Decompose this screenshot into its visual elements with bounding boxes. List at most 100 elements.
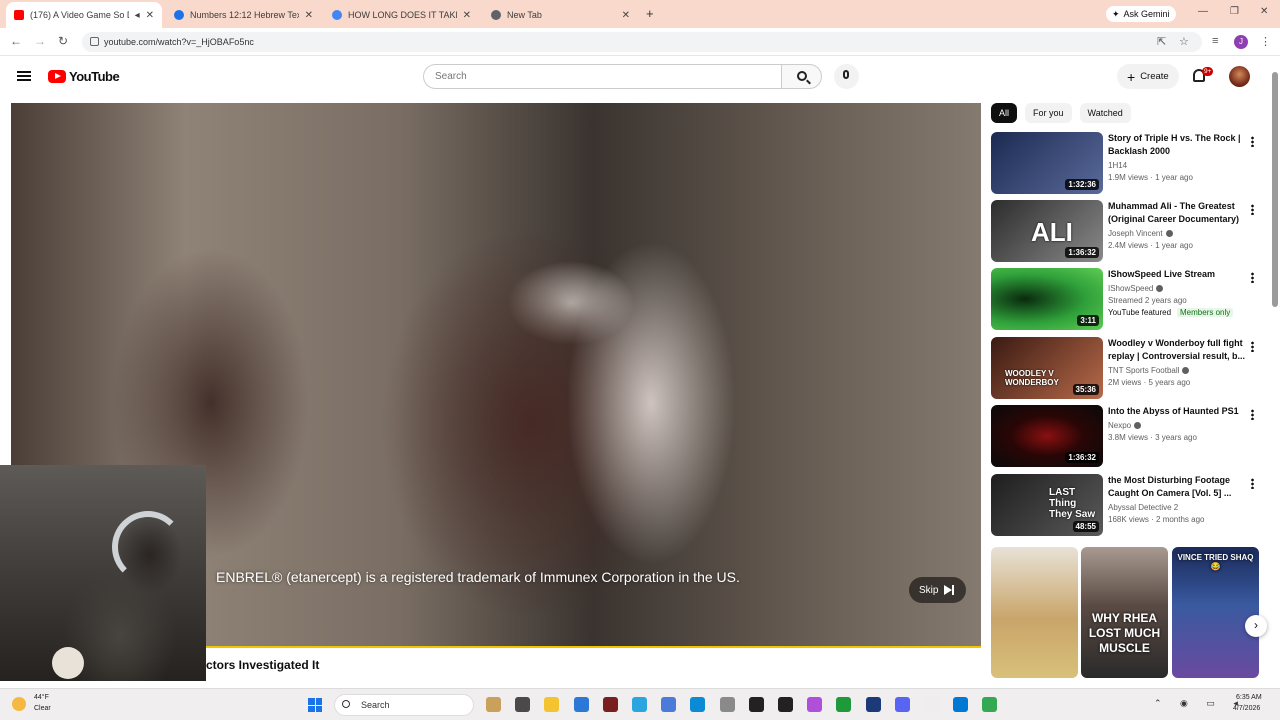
close-tab-icon[interactable]: ✕ (463, 10, 471, 21)
close-tab-icon[interactable]: ✕ (305, 10, 313, 21)
skip-ad-button[interactable]: Skip (909, 577, 966, 603)
bookmark-star-icon[interactable]: ☆ (1179, 35, 1189, 48)
forward-icon[interactable]: → (34, 34, 46, 48)
minimize-icon[interactable]: — (1198, 6, 1208, 17)
voice-search-button[interactable] (834, 64, 859, 89)
ask-gemini-button[interactable]: ✦ Ask Gemini (1106, 6, 1176, 22)
reading-list-icon[interactable]: ≡ (1212, 35, 1218, 47)
chrome-menu-icon[interactable]: ⋮ (1260, 35, 1271, 48)
video-thumbnail[interactable]: ALI 1:36:32 (991, 200, 1103, 262)
recommendation-title[interactable]: the Most Disturbing Footage Caught On Ca… (1108, 474, 1246, 500)
tab-new-tab[interactable]: New Tab ✕ (483, 4, 638, 26)
new-tab-button[interactable]: + (646, 6, 654, 21)
taskbar-app-icon[interactable] (807, 697, 823, 712)
more-options-icon[interactable] (1251, 136, 1254, 147)
chip-all[interactable]: All (991, 103, 1018, 123)
taskbar-app-icon[interactable] (982, 697, 998, 712)
more-options-icon[interactable] (1251, 478, 1254, 489)
back-icon[interactable]: ← (10, 34, 22, 48)
profile-avatar[interactable]: J (1234, 35, 1248, 49)
channel-name[interactable]: Abyssal Detective 2 (1108, 503, 1246, 512)
channel-name[interactable]: TNT Sports Football (1108, 366, 1246, 375)
account-avatar[interactable] (1229, 66, 1250, 87)
channel-name[interactable]: 1H14 (1108, 161, 1246, 170)
taskbar-app-icon[interactable] (924, 697, 939, 712)
recommendation-item[interactable]: 1:36:32 Into the Abyss of Haunted PS1 Ne… (991, 405, 1261, 467)
close-window-icon[interactable]: ✕ (1260, 6, 1268, 17)
speaker-icon[interactable]: ◂ (135, 10, 140, 21)
video-thumbnail[interactable]: LAST Thing They Saw 48:55 (991, 474, 1103, 536)
recommendation-title[interactable]: Story of Triple H vs. The Rock | Backlas… (1108, 132, 1246, 158)
taskbar-app-icon[interactable] (486, 697, 501, 712)
clock-time[interactable]: 6:35 AM (1236, 694, 1262, 701)
taskbar-app-icon[interactable] (719, 697, 735, 712)
taskbar-app-icon[interactable] (690, 697, 706, 712)
taskbar-app-icon[interactable] (836, 697, 852, 712)
recommendation-item[interactable]: WOODLEY V WONDERBOY 35:36 Woodley v Wond… (991, 337, 1261, 399)
taskbar-app-icon[interactable] (778, 697, 793, 712)
shorts-item[interactable]: WHY RHEA LOST MUCH MUSCLE (1081, 547, 1168, 678)
shorts-item[interactable]: VINCE TRIED SHAQ 😂 (1172, 547, 1259, 678)
recommendation-item[interactable]: LAST Thing They Saw 48:55 the Most Distu… (991, 474, 1261, 536)
maximize-icon[interactable]: ❐ (1230, 6, 1239, 17)
recommendation-item[interactable]: 1:32:36 Story of Triple H vs. The Rock |… (991, 132, 1261, 194)
recommendation-title[interactable]: IShowSpeed Live Stream (1108, 268, 1246, 281)
tab-numbers[interactable]: Numbers 12:12 Hebrew Text Ar ✕ (166, 4, 321, 26)
verified-check-icon (1182, 367, 1190, 375)
duration-badge: 35:36 (1072, 384, 1099, 395)
google-favicon-icon (332, 10, 342, 20)
youtube-logo[interactable]: YouTube (48, 69, 120, 84)
more-options-icon[interactable] (1251, 204, 1254, 215)
taskbar-app-icon[interactable] (515, 697, 531, 712)
create-button[interactable]: + Create (1117, 64, 1179, 89)
recommendation-title[interactable]: Into the Abyss of Haunted PS1 (1108, 405, 1246, 418)
close-tab-icon[interactable]: ✕ (622, 10, 630, 21)
channel-name[interactable]: Nexpo (1108, 421, 1246, 430)
video-thumbnail[interactable]: 1:36:32 (991, 405, 1103, 467)
more-options-icon[interactable] (1251, 272, 1254, 283)
taskbar-app-icon[interactable] (865, 697, 881, 712)
taskbar-app-icon[interactable] (632, 697, 647, 712)
taskbar-app-icon[interactable] (894, 697, 910, 712)
channel-name[interactable]: IShowSpeed (1108, 284, 1246, 293)
search-button[interactable] (781, 64, 822, 89)
taskbar-app-icon[interactable] (544, 697, 560, 712)
taskbar-search[interactable]: Search (334, 694, 474, 716)
chip-for-you[interactable]: For you (1025, 103, 1072, 123)
recommendation-item[interactable]: 3:11 IShowSpeed Live Stream IShowSpeed S… (991, 268, 1261, 330)
taskbar-app-icon[interactable] (661, 697, 677, 712)
channel-name-text: Nexpo (1108, 421, 1132, 430)
recommendation-title[interactable]: Woodley v Wonderboy full fight replay | … (1108, 337, 1246, 363)
video-thumbnail[interactable]: WOODLEY V WONDERBOY 35:36 (991, 337, 1103, 399)
recommendation-item[interactable]: ALI 1:36:32 Muhammad Ali - The Greatest … (991, 200, 1261, 262)
taskbar-app-icon[interactable] (953, 697, 969, 712)
channel-name[interactable]: Joseph Vincent (1108, 229, 1246, 238)
taskbar-app-icon[interactable] (602, 697, 618, 712)
install-app-icon[interactable]: ⇱ (1157, 35, 1166, 48)
more-options-icon[interactable] (1251, 341, 1254, 352)
tab-active[interactable]: (176) A Video Game So Dis ◂ ✕ (6, 2, 162, 28)
video-title: ctors Investigated It (206, 658, 320, 672)
site-info-icon[interactable] (90, 37, 99, 46)
close-tab-icon[interactable]: ✕ (146, 10, 154, 21)
scrollbar-thumb[interactable] (1272, 72, 1278, 307)
search-input[interactable]: Search (423, 64, 781, 89)
tab-how-long[interactable]: HOW LONG DOES IT TAKE FOR ✕ (324, 4, 479, 26)
recommendation-title[interactable]: Muhammad Ali - The Greatest (Original Ca… (1108, 200, 1246, 226)
url-field[interactable]: youtube.com/watch?v=_HjOBAFo5nc (82, 32, 1202, 52)
clock-date: 4/7/2026 (1233, 705, 1261, 712)
weather-moon-icon[interactable] (12, 697, 26, 711)
shorts-item[interactable] (991, 547, 1078, 678)
youtube-logo-text: YouTube (69, 69, 120, 84)
video-thumbnail[interactable]: 3:11 (991, 268, 1103, 330)
weather-temperature[interactable]: 44°F (34, 694, 49, 701)
taskbar-app-icon[interactable] (573, 697, 589, 712)
chip-watched[interactable]: Watched (1079, 103, 1131, 123)
shorts-next-arrow-icon[interactable]: › (1245, 615, 1267, 637)
menu-hamburger-icon[interactable] (17, 71, 31, 81)
taskbar-app-icon[interactable] (748, 697, 764, 712)
more-options-icon[interactable] (1251, 409, 1254, 420)
reload-icon[interactable]: ↻ (58, 34, 68, 48)
video-thumbnail[interactable]: 1:32:36 (991, 132, 1103, 194)
windows-start-icon[interactable] (308, 698, 322, 712)
